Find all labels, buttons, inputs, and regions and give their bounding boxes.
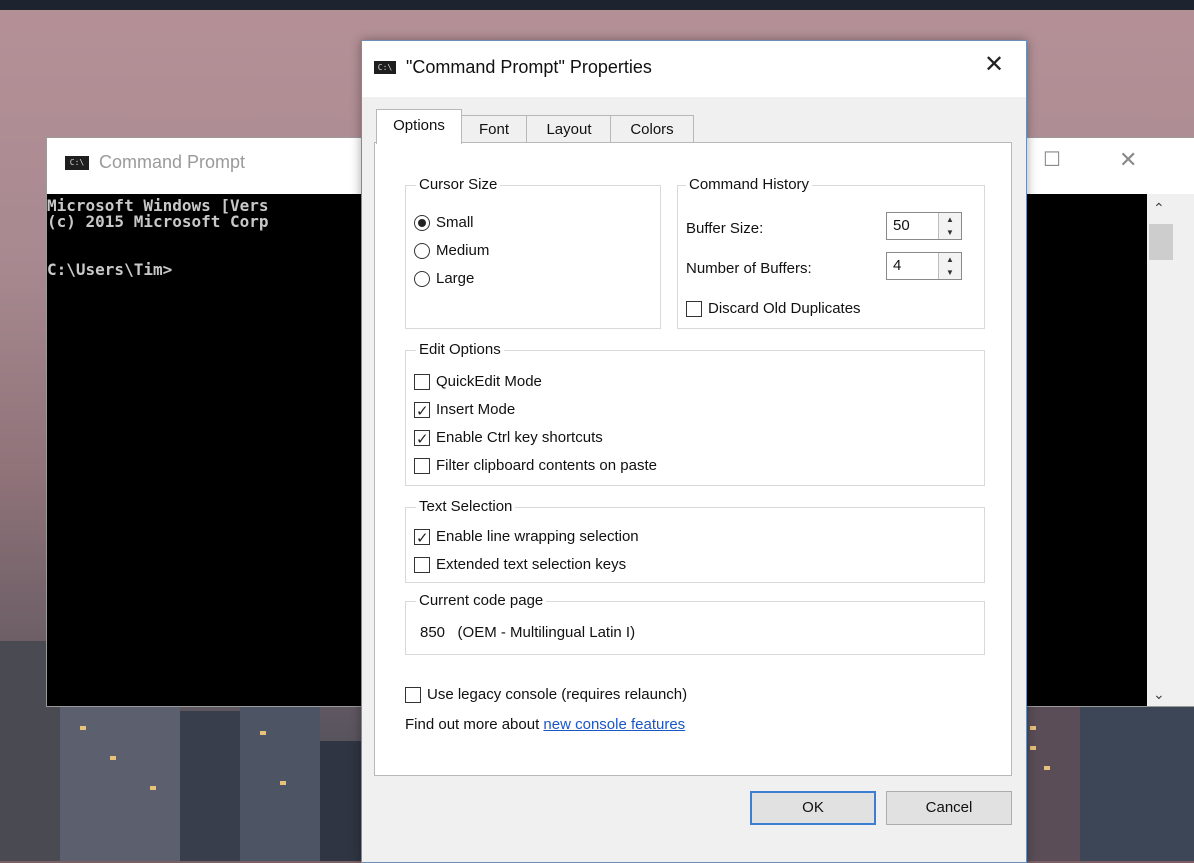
buffer-size-label: Buffer Size: (686, 220, 764, 237)
wallpaper-building (60, 686, 180, 861)
code-page-group: Current code page 850 (OEM - Multilingua… (405, 592, 985, 655)
spin-down-icon[interactable]: ▼ (939, 266, 961, 279)
wallpaper-window-light (280, 781, 286, 785)
spin-up-icon[interactable]: ▲ (939, 253, 961, 266)
radio-button[interactable] (414, 243, 430, 259)
spinner-buttons[interactable]: ▲ ▼ (938, 213, 961, 239)
desktop-top-edge (0, 0, 1194, 10)
wallpaper-window-light (1030, 726, 1036, 730)
checkbox-label: Filter clipboard contents on paste (436, 457, 657, 474)
scroll-thumb[interactable] (1149, 224, 1173, 260)
wallpaper-building (240, 701, 320, 861)
wallpaper-window-light (80, 726, 86, 730)
console-line: (c) 2015 Microsoft Corp (47, 212, 269, 231)
tab-colors[interactable]: Colors (610, 115, 694, 144)
scroll-down-icon[interactable]: ⌄ (1153, 686, 1165, 703)
text-selection-legend: Text Selection (416, 498, 516, 515)
code-page-value: 850 (OEM - Multilingual Latin I) (420, 624, 636, 641)
radio-label: Large (436, 270, 475, 287)
wallpaper-building (180, 711, 240, 861)
find-out-more-prefix: Find out more about (405, 716, 544, 733)
spinner-buttons[interactable]: ▲ ▼ (938, 253, 961, 279)
tab-options[interactable]: Options (376, 109, 462, 144)
wallpaper-window-light (150, 786, 156, 790)
wallpaper-window-light (1030, 746, 1036, 750)
checkbox[interactable] (414, 458, 430, 474)
checkbox[interactable] (414, 527, 430, 549)
find-out-more-text: Find out more about new console features (405, 716, 685, 733)
number-of-buffers-value[interactable]: 4 (893, 257, 901, 274)
maximize-icon[interactable]: ☐ (1043, 150, 1061, 170)
edit-options-legend: Edit Options (416, 341, 504, 358)
spin-down-icon[interactable]: ▼ (939, 226, 961, 239)
wallpaper-building (320, 741, 365, 861)
dialog-titlebar[interactable]: C:\ "Command Prompt" Properties ✕ (362, 41, 1026, 97)
checkbox-label: Discard Old Duplicates (708, 300, 861, 317)
checkbox-label: Insert Mode (436, 401, 516, 418)
spin-up-icon[interactable]: ▲ (939, 213, 961, 226)
checkbox[interactable] (414, 400, 430, 422)
tab-font[interactable]: Font (460, 115, 528, 144)
checkbox[interactable] (686, 301, 702, 317)
buffer-size-value[interactable]: 50 (893, 217, 910, 234)
cancel-button[interactable]: Cancel (886, 791, 1012, 825)
checkbox[interactable] (405, 687, 421, 703)
wallpaper-building (1080, 691, 1194, 861)
cursor-size-legend: Cursor Size (416, 176, 501, 193)
dialog-title: "Command Prompt" Properties (406, 57, 652, 77)
radio-label: Small (436, 214, 474, 231)
checkbox-label: Extended text selection keys (436, 556, 627, 573)
cmd-icon: C:\ (65, 156, 89, 170)
radio-label: Medium (436, 242, 490, 259)
checkbox-label: Use legacy console (requires relaunch) (427, 686, 688, 703)
radio-button[interactable] (414, 271, 430, 287)
properties-dialog[interactable]: C:\ "Command Prompt" Properties ✕ Option… (361, 40, 1027, 863)
scroll-up-icon[interactable]: ⌃ (1153, 200, 1165, 217)
command-history-legend: Command History (686, 176, 813, 193)
cmd-icon: C:\ (374, 61, 396, 74)
checkbox[interactable] (414, 428, 430, 450)
number-of-buffers-label: Number of Buffers: (686, 260, 812, 277)
tab-layout[interactable]: Layout (526, 115, 612, 144)
wallpaper-window-light (1044, 766, 1050, 770)
edit-options-group: Edit Options QuickEdit Mode Insert Mode … (405, 341, 985, 486)
number-of-buffers-stepper[interactable]: 4 ▲ ▼ (886, 252, 962, 280)
wallpaper-window-light (110, 756, 116, 760)
ok-button[interactable]: OK (750, 791, 876, 825)
cmd-window-title: Command Prompt (99, 152, 246, 172)
code-page-legend: Current code page (416, 592, 547, 609)
buffer-size-stepper[interactable]: 50 ▲ ▼ (886, 212, 962, 240)
close-icon[interactable]: ✕ (984, 53, 1004, 77)
checkbox-label: Enable line wrapping selection (436, 528, 639, 545)
checkbox-label: QuickEdit Mode (436, 373, 542, 390)
command-history-group: Command History Buffer Size: 50 ▲ ▼ Numb… (677, 176, 985, 329)
cursor-size-group: Cursor Size Small Medium Large (405, 176, 661, 329)
new-console-features-link[interactable]: new console features (543, 716, 685, 733)
checkbox[interactable] (414, 374, 430, 390)
close-icon[interactable]: ✕ (1119, 149, 1139, 171)
text-selection-group: Text Selection Enable line wrapping sele… (405, 498, 985, 583)
radio-button[interactable] (414, 215, 430, 231)
checkbox-label: Enable Ctrl key shortcuts (436, 429, 603, 446)
console-prompt-line: C:\Users\Tim> (47, 260, 173, 279)
options-panel: Cursor Size Small Medium Large Command H… (374, 142, 1012, 776)
vertical-scrollbar[interactable] (1147, 194, 1194, 706)
checkbox[interactable] (414, 557, 430, 573)
wallpaper-window-light (260, 731, 266, 735)
